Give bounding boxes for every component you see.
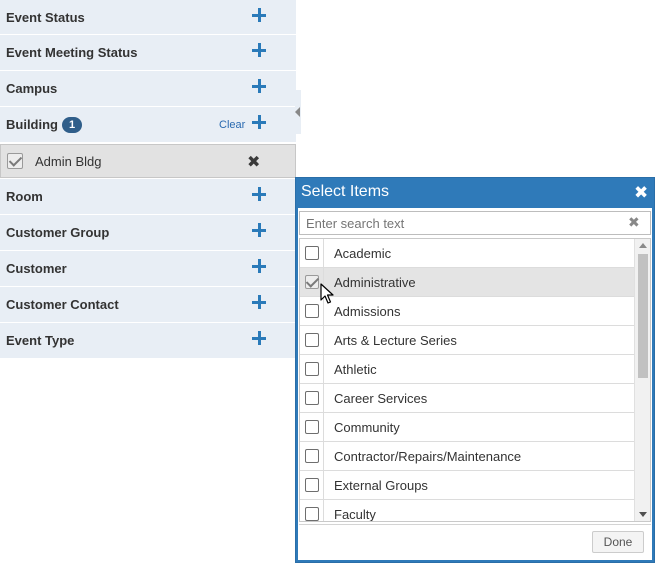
filter-row-event-meeting-status[interactable]: Event Meeting Status xyxy=(0,35,296,71)
list-item[interactable]: Contractor/Repairs/Maintenance xyxy=(300,442,650,471)
filter-row-customer-group[interactable]: Customer Group xyxy=(0,215,296,251)
plus-icon[interactable] xyxy=(252,259,268,275)
selected-item-admin-bldg: Admin Bldg ✖ xyxy=(0,144,296,178)
search-clear-icon[interactable]: ✖ xyxy=(628,214,640,231)
checkbox[interactable] xyxy=(305,391,319,405)
checkbox[interactable] xyxy=(305,478,319,492)
clear-link[interactable]: Clear xyxy=(219,119,245,131)
scrollbar[interactable] xyxy=(634,239,650,521)
search-input[interactable] xyxy=(306,214,616,232)
list-item-label: Arts & Lecture Series xyxy=(334,333,457,348)
filter-row-event-status[interactable]: Event Status xyxy=(0,0,296,35)
list-item-label: Contractor/Repairs/Maintenance xyxy=(334,449,522,464)
list-item-label: Community xyxy=(334,420,400,435)
list-item[interactable]: Athletic xyxy=(300,355,650,384)
checkbox-checked[interactable] xyxy=(305,275,319,289)
scroll-thumb[interactable] xyxy=(638,254,648,378)
filter-row-building[interactable]: Building 1 Clear xyxy=(0,107,296,143)
list-item[interactable]: External Groups xyxy=(300,471,650,500)
plus-icon[interactable] xyxy=(252,187,268,203)
modal-body: ✖ Academic Administrative Admissions Art… xyxy=(298,208,652,560)
filter-row-room[interactable]: Room xyxy=(0,179,296,215)
checkbox-cell xyxy=(300,384,324,412)
remove-icon[interactable]: ✖ xyxy=(247,152,260,172)
checkbox[interactable] xyxy=(305,507,319,521)
filter-label: Customer xyxy=(6,261,67,276)
checkbox[interactable] xyxy=(305,362,319,376)
filter-label: Room xyxy=(6,189,43,204)
list-item-label: Faculty xyxy=(334,507,376,522)
plus-icon[interactable] xyxy=(252,115,268,131)
checkbox-cell xyxy=(300,442,324,470)
plus-icon[interactable] xyxy=(252,331,268,347)
items-list: Academic Administrative Admissions Arts … xyxy=(299,238,651,522)
count-badge: 1 xyxy=(62,117,83,133)
list-item-label: External Groups xyxy=(334,478,428,493)
checkbox[interactable] xyxy=(305,420,319,434)
plus-icon[interactable] xyxy=(252,43,268,59)
list-item[interactable]: Admissions xyxy=(300,297,650,326)
filter-panel: Event Status Event Meeting Status Campus… xyxy=(0,0,296,359)
scroll-down-icon[interactable] xyxy=(639,512,647,517)
filter-row-campus[interactable]: Campus xyxy=(0,71,296,107)
checkbox[interactable] xyxy=(305,304,319,318)
mouse-pointer-icon xyxy=(320,283,334,304)
checkbox-cell xyxy=(300,471,324,499)
modal-title: Select Items xyxy=(301,183,390,200)
list-item[interactable]: Arts & Lecture Series xyxy=(300,326,650,355)
filter-label: Campus xyxy=(6,81,58,96)
list-item[interactable]: Career Services xyxy=(300,384,650,413)
list-item-label: Athletic xyxy=(334,362,377,377)
filter-label: Building xyxy=(6,117,58,132)
list-item[interactable]: Administrative xyxy=(300,268,650,297)
checkbox-cell xyxy=(300,355,324,383)
checkbox-cell xyxy=(300,500,324,521)
checkbox-cell xyxy=(300,326,324,354)
list-item[interactable]: Academic xyxy=(300,239,650,268)
list-item[interactable]: Community xyxy=(300,413,650,442)
list-item[interactable]: Faculty xyxy=(300,500,650,522)
plus-icon[interactable] xyxy=(252,223,268,239)
scroll-up-icon[interactable] xyxy=(639,243,647,248)
list-item-label: Academic xyxy=(334,246,392,261)
filter-row-event-type[interactable]: Event Type xyxy=(0,323,296,359)
selected-item-label: Admin Bldg xyxy=(35,154,102,169)
filter-label: Customer Contact xyxy=(6,297,119,312)
filter-label: Event Meeting Status xyxy=(6,45,138,60)
list-item-label: Career Services xyxy=(334,391,428,406)
checkbox-cell xyxy=(300,239,324,267)
collapse-panel-tab[interactable] xyxy=(295,90,301,134)
filter-row-customer[interactable]: Customer xyxy=(0,251,296,287)
select-items-modal: Select Items ✖ ✖ Academic Administrative… xyxy=(295,177,655,563)
collapse-arrow-icon xyxy=(295,107,300,117)
filter-row-customer-contact[interactable]: Customer Contact xyxy=(0,287,296,323)
checkbox-checked-icon xyxy=(7,153,23,169)
filter-label: Customer Group xyxy=(6,225,110,240)
plus-icon[interactable] xyxy=(252,8,268,24)
list-item-label: Admissions xyxy=(334,304,401,319)
checkbox[interactable] xyxy=(305,449,319,463)
plus-icon[interactable] xyxy=(252,79,268,95)
checkbox[interactable] xyxy=(305,333,319,347)
modal-footer: Done xyxy=(299,524,651,560)
checkbox[interactable] xyxy=(305,246,319,260)
filter-label: Event Type xyxy=(6,333,75,348)
plus-icon[interactable] xyxy=(252,295,268,311)
close-icon[interactable]: ✖ xyxy=(634,183,648,203)
search-box: ✖ xyxy=(299,211,651,235)
list-item-label: Administrative xyxy=(334,275,416,290)
done-button[interactable]: Done xyxy=(592,531,644,553)
filter-label: Event Status xyxy=(6,10,85,25)
modal-header: Select Items ✖ xyxy=(296,178,654,208)
checkbox-cell xyxy=(300,413,324,441)
